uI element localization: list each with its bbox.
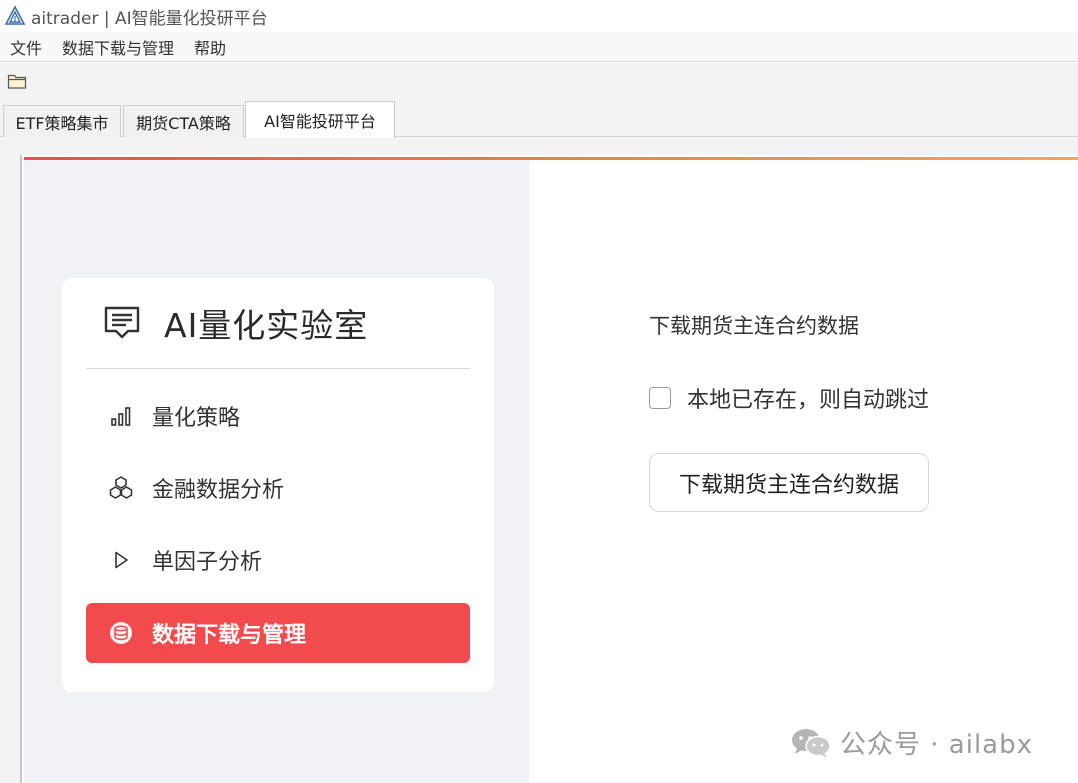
sidebar-header: AI量化实验室 — [86, 278, 470, 369]
menu-file[interactable]: 文件 — [10, 35, 42, 59]
tab-etf-market[interactable]: ETF策略集市 — [3, 105, 121, 138]
sidebar-panel: AI量化实验室 量化策略 金融数据分析 单因子分析 数据下载与管理 — [24, 160, 529, 783]
skip-existing-option[interactable]: 本地已存在，则自动跳过 — [649, 382, 929, 414]
sidebar-item-label: 量化策略 — [152, 406, 241, 431]
sidebar-item-label: 数据下载与管理 — [152, 623, 307, 648]
bar-chart-icon — [108, 403, 134, 429]
sidebar-item-label: 单因子分析 — [152, 550, 263, 575]
blocks-icon — [108, 475, 134, 501]
sidebar-item-single-factor[interactable]: 单因子分析 — [86, 530, 470, 590]
sidebar-item-label: 金融数据分析 — [152, 478, 285, 503]
message-square-icon — [104, 306, 140, 339]
content-area: AI量化实验室 量化策略 金融数据分析 单因子分析 数据下载与管理 下载期货主连… — [0, 137, 1078, 783]
database-icon — [108, 620, 134, 646]
title-bar: aitrader | AI智能量化投研平台 — [0, 0, 1078, 32]
window-title: aitrader | AI智能量化投研平台 — [31, 8, 268, 29]
sidebar-card: AI量化实验室 量化策略 金融数据分析 单因子分析 数据下载与管理 — [62, 278, 494, 692]
menu-help[interactable]: 帮助 — [194, 35, 226, 59]
wechat-icon — [792, 728, 831, 758]
skip-existing-checkbox[interactable] — [649, 387, 671, 409]
tab-futures-cta[interactable]: 期货CTA策略 — [123, 105, 244, 138]
app-logo-icon — [4, 5, 26, 25]
toolbar — [0, 63, 1078, 101]
menu-bar: 文件 数据下载与管理 帮助 — [0, 32, 1078, 62]
sidebar-item-data-management[interactable]: 数据下载与管理 — [86, 603, 470, 663]
watermark: 公众号 · ailabx — [790, 724, 1033, 761]
tab-ai-research[interactable]: AI智能投研平台 — [245, 101, 395, 138]
watermark-text: 公众号 · ailabx — [840, 730, 1033, 760]
open-folder-icon[interactable] — [7, 72, 27, 90]
tab-bar: ETF策略集市 期货CTA策略 AI智能投研平台 — [0, 101, 1078, 138]
download-futures-data-button[interactable]: 下载期货主连合约数据 — [649, 453, 929, 512]
main-panel: 下载期货主连合约数据 本地已存在，则自动跳过 下载期货主连合约数据 — [529, 160, 1078, 783]
play-triangle-icon — [108, 547, 134, 573]
sidebar-item-financial-analysis[interactable]: 金融数据分析 — [86, 458, 470, 518]
skip-existing-label[interactable]: 本地已存在，则自动跳过 — [687, 382, 929, 414]
menu-data-download[interactable]: 数据下载与管理 — [62, 35, 174, 59]
sidebar-item-quant-strategy[interactable]: 量化策略 — [86, 386, 470, 446]
sidebar-title: AI量化实验室 — [164, 306, 369, 345]
web-view-frame: AI量化实验室 量化策略 金融数据分析 单因子分析 数据下载与管理 下载期货主连… — [20, 155, 1078, 783]
section-title: 下载期货主连合约数据 — [649, 314, 859, 338]
